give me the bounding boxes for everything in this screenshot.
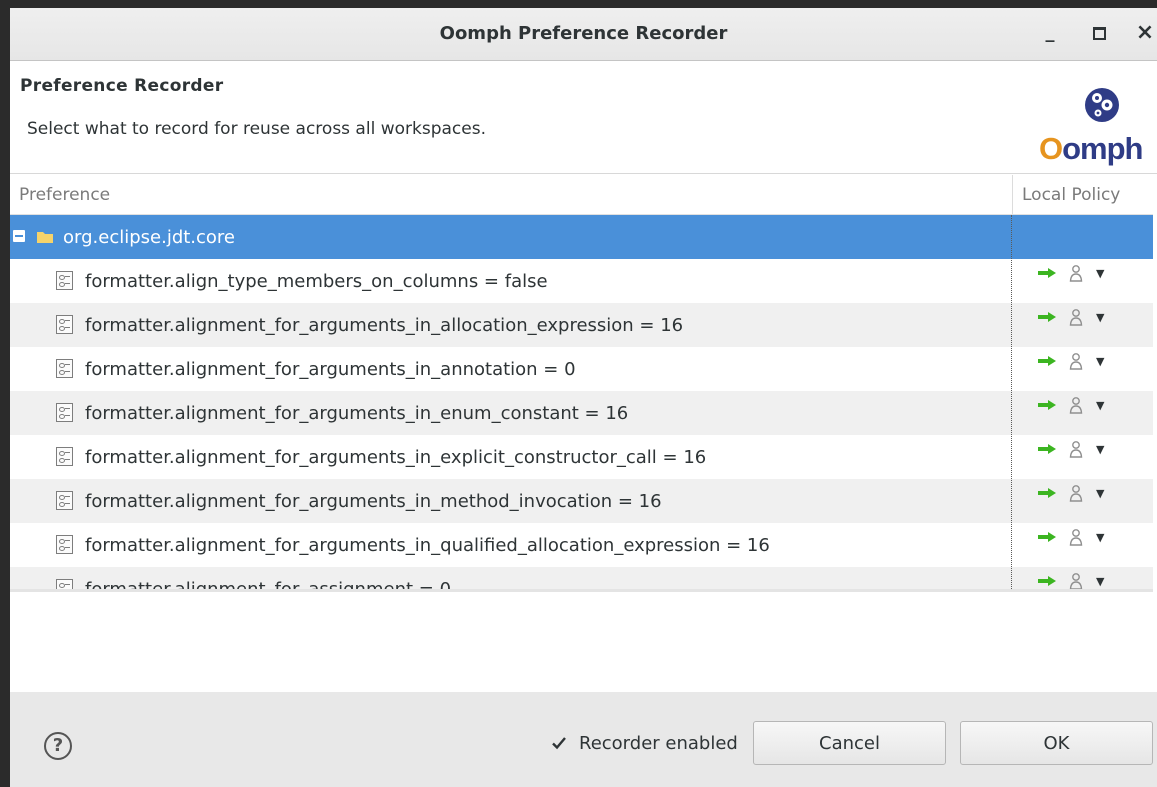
table-row[interactable]: formatter.alignment_for_arguments_in_qua… bbox=[10, 523, 1153, 567]
folder-icon bbox=[37, 232, 53, 243]
preference-icon bbox=[56, 359, 73, 378]
person-icon bbox=[1069, 485, 1083, 502]
preference-icon bbox=[56, 315, 73, 334]
maximize-button[interactable] bbox=[1084, 18, 1114, 48]
ok-button[interactable]: OK bbox=[960, 721, 1153, 765]
local-policy-cell[interactable]: ▼ bbox=[1038, 440, 1118, 460]
preference-icon bbox=[56, 579, 73, 589]
header-description: Select what to record for reuse across a… bbox=[27, 119, 486, 139]
recorder-enabled-checkbox[interactable] bbox=[551, 735, 567, 751]
logo-wordmark: Oomph bbox=[1039, 131, 1144, 166]
local-policy-cell[interactable]: ▼ bbox=[1038, 528, 1118, 548]
preference-label: formatter.alignment_for_arguments_in_enu… bbox=[85, 403, 629, 424]
dropdown-arrow-icon[interactable]: ▼ bbox=[1096, 531, 1104, 544]
green-arrow-icon bbox=[1038, 312, 1056, 322]
minimize-button[interactable]: _ bbox=[1035, 18, 1065, 48]
table-row[interactable]: formatter.alignment_for_assignment = 0 ▼ bbox=[10, 567, 1153, 592]
green-arrow-icon bbox=[1038, 268, 1056, 278]
window-title: Oomph Preference Recorder bbox=[439, 23, 728, 44]
oomph-logo: Oomph bbox=[1038, 81, 1153, 166]
dropdown-arrow-icon[interactable]: ▼ bbox=[1096, 487, 1104, 500]
gears-icon bbox=[1080, 85, 1119, 125]
dropdown-arrow-icon[interactable]: ▼ bbox=[1096, 355, 1104, 368]
help-icon[interactable]: ? bbox=[44, 732, 72, 760]
preference-label: formatter.alignment_for_assignment = 0 bbox=[85, 579, 452, 592]
dropdown-arrow-icon[interactable]: ▼ bbox=[1096, 399, 1104, 412]
dropdown-arrow-icon[interactable]: ▼ bbox=[1096, 311, 1104, 324]
dropdown-arrow-icon[interactable]: ▼ bbox=[1096, 267, 1104, 280]
header-separator bbox=[10, 173, 1157, 174]
green-arrow-icon bbox=[1038, 532, 1056, 542]
preference-label: formatter.alignment_for_arguments_in_ann… bbox=[85, 359, 576, 380]
preference-recorder-dialog: Oomph Preference Recorder _ × Preference… bbox=[10, 8, 1157, 787]
local-policy-cell[interactable]: ▼ bbox=[1038, 484, 1118, 504]
green-arrow-icon bbox=[1038, 444, 1056, 454]
person-icon bbox=[1069, 573, 1083, 589]
table-row[interactable]: formatter.alignment_for_arguments_in_ann… bbox=[10, 347, 1153, 391]
close-button[interactable]: × bbox=[1130, 18, 1157, 48]
person-icon bbox=[1069, 397, 1083, 414]
header-title: Preference Recorder bbox=[20, 76, 224, 96]
local-policy-cell[interactable]: ▼ bbox=[1038, 352, 1118, 372]
local-policy-cell[interactable]: ▼ bbox=[1038, 308, 1118, 328]
preference-icon bbox=[56, 535, 73, 554]
person-icon bbox=[1069, 441, 1083, 458]
green-arrow-icon bbox=[1038, 576, 1056, 586]
group-label: org.eclipse.jdt.core bbox=[63, 227, 236, 248]
dialog-header: Preference Recorder Select what to recor… bbox=[10, 61, 1157, 173]
person-icon bbox=[1069, 309, 1083, 326]
dropdown-arrow-icon[interactable]: ▼ bbox=[1096, 575, 1104, 588]
preference-label: formatter.alignment_for_arguments_in_all… bbox=[85, 315, 684, 336]
preference-label: formatter.alignment_for_arguments_in_met… bbox=[85, 491, 662, 512]
green-arrow-icon bbox=[1038, 356, 1056, 366]
collapse-toggle-icon[interactable] bbox=[13, 230, 25, 242]
table-row[interactable]: formatter.align_type_members_on_columns … bbox=[10, 259, 1153, 303]
preference-label: formatter.alignment_for_arguments_in_qua… bbox=[85, 535, 770, 556]
person-icon bbox=[1069, 529, 1083, 546]
table-row[interactable]: formatter.alignment_for_arguments_in_enu… bbox=[10, 391, 1153, 435]
preference-icon bbox=[56, 403, 73, 422]
preference-icon bbox=[56, 447, 73, 466]
table-row[interactable]: formatter.alignment_for_arguments_in_met… bbox=[10, 479, 1153, 523]
person-icon bbox=[1069, 353, 1083, 370]
person-icon bbox=[1069, 265, 1083, 282]
preference-label: formatter.align_type_members_on_columns … bbox=[85, 271, 548, 292]
table-row[interactable]: formatter.alignment_for_arguments_in_exp… bbox=[10, 435, 1153, 479]
title-bar[interactable]: Oomph Preference Recorder _ × bbox=[10, 8, 1157, 61]
preference-table[interactable]: Preference Local Policy org.eclipse.jdt.… bbox=[10, 175, 1153, 592]
column-divider bbox=[1011, 215, 1012, 589]
preference-icon bbox=[56, 271, 73, 290]
green-arrow-icon bbox=[1038, 400, 1056, 410]
dialog-footer: ? Recorder enabled Cancel OK bbox=[10, 692, 1157, 787]
column-header-preference[interactable]: Preference bbox=[10, 175, 1011, 215]
dropdown-arrow-icon[interactable]: ▼ bbox=[1096, 443, 1104, 456]
table-row[interactable]: formatter.alignment_for_arguments_in_all… bbox=[10, 303, 1153, 347]
cancel-button[interactable]: Cancel bbox=[753, 721, 946, 765]
local-policy-cell[interactable]: ▼ bbox=[1038, 572, 1118, 589]
local-policy-cell[interactable]: ▼ bbox=[1038, 264, 1118, 284]
recorder-enabled-label[interactable]: Recorder enabled bbox=[579, 733, 738, 754]
tree-group-row[interactable]: org.eclipse.jdt.core bbox=[10, 215, 1153, 259]
column-header-local-policy[interactable]: Local Policy bbox=[1012, 175, 1153, 215]
preference-icon bbox=[56, 491, 73, 510]
preference-label: formatter.alignment_for_arguments_in_exp… bbox=[85, 447, 707, 468]
green-arrow-icon bbox=[1038, 488, 1056, 498]
local-policy-cell[interactable]: ▼ bbox=[1038, 396, 1118, 416]
